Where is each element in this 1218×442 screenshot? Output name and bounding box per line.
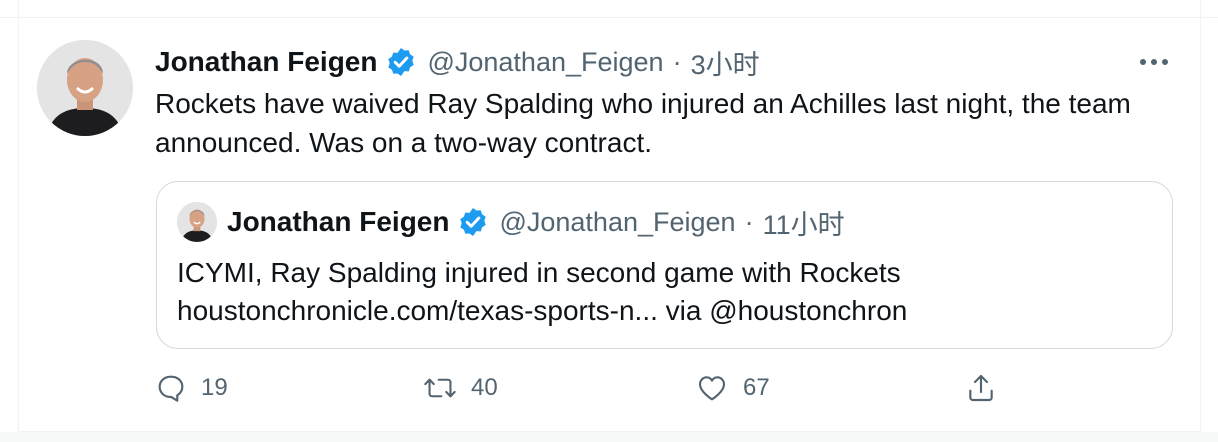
quoted-author-display-name: Jonathan Feigen: [227, 206, 450, 237]
quoted-header-separator: ·: [744, 206, 754, 237]
verified-badge-icon: [457, 206, 489, 238]
reply-button[interactable]: 19: [155, 368, 228, 408]
quoted-author-handle: @Jonathan_Feigen: [499, 206, 736, 237]
tweet-text: Rockets have waived Ray Spalding who inj…: [155, 88, 1131, 158]
quoted-tweet-text-line: ICYMI, Ray Spalding injured in second ga…: [177, 257, 901, 288]
quoted-tweet-timestamp: 11小时: [762, 209, 845, 240]
heart-icon: [695, 372, 729, 404]
author-display-name[interactable]: Jonathan Feigen: [155, 46, 377, 78]
quoted-tweet-text: ICYMI, Ray Spalding injured in second ga…: [177, 254, 1157, 330]
tweet-header: Jonathan Feigen @Jonathan_Feigen · 3小时: [155, 42, 760, 82]
reply-icon: [155, 372, 187, 404]
verified-badge-icon: [385, 46, 417, 78]
tweet-page: Jonathan Feigen @Jonathan_Feigen · 3小时 R…: [0, 0, 1218, 442]
quoted-tweet-card[interactable]: Jonathan Feigen @Jonathan_Feigen · 11小时 …: [156, 181, 1173, 349]
tweet-action-bar: 19 40 67: [155, 368, 1155, 408]
more-horizontal-icon: [1139, 58, 1169, 66]
author-avatar[interactable]: [37, 40, 133, 136]
more-options-button[interactable]: [1137, 52, 1171, 72]
quoted-tweet-header: Jonathan Feigen @Jonathan_Feigen · 11小时: [227, 202, 845, 242]
reply-count: 19: [201, 374, 228, 401]
share-icon: [965, 371, 997, 405]
tweet-card[interactable]: Jonathan Feigen @Jonathan_Feigen · 3小时 R…: [18, 18, 1201, 432]
bottom-divider: [0, 432, 1218, 442]
quoted-author-avatar: [177, 202, 217, 242]
quoted-tweet-text-line: houstonchronicle.com/texas-sports-n... v…: [177, 295, 908, 326]
like-button[interactable]: 67: [695, 368, 770, 408]
share-button[interactable]: [965, 368, 997, 408]
tweet-timestamp[interactable]: 3小时: [691, 43, 760, 82]
like-count: 67: [743, 374, 770, 401]
retweet-icon: [423, 372, 457, 404]
author-handle[interactable]: @Jonathan_Feigen: [427, 47, 663, 78]
header-separator: ·: [672, 46, 682, 77]
retweet-button[interactable]: 40: [423, 368, 498, 408]
retweet-count: 40: [471, 374, 498, 401]
top-divider: [0, 0, 1218, 18]
